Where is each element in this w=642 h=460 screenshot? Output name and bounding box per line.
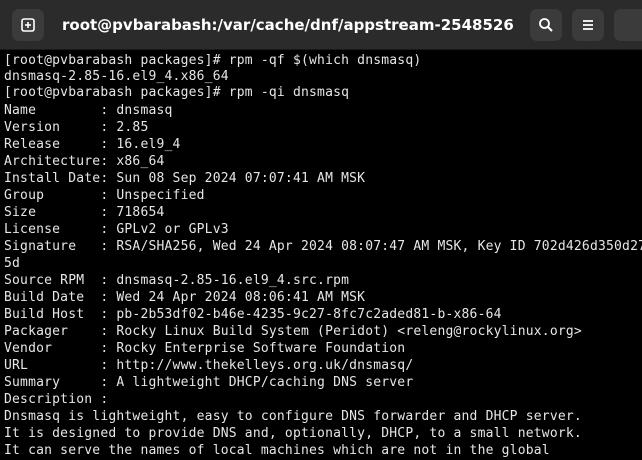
terminal-line: [root@pvbarabash packages]# rpm -qf $(wh…: [4, 53, 422, 68]
terminal-line: Signature : RSA/SHA256, Wed 24 Apr 2024 …: [4, 239, 642, 254]
terminal-line: Vendor : Rocky Enterprise Software Found…: [4, 341, 406, 356]
terminal-line: Packager : Rocky Linux Build System (Per…: [4, 324, 582, 339]
terminal-line: It is designed to provide DNS and, optio…: [4, 426, 582, 441]
window-title: root@pvbarabash:/var/cache/dnf/appstream…: [62, 16, 514, 34]
terminal-line: Summary : A lightweight DHCP/caching DNS…: [4, 375, 414, 390]
menu-button[interactable]: [572, 9, 604, 41]
terminal-line: Architecture: x86_64: [4, 154, 165, 169]
terminal-line: Name : dnsmasq: [4, 103, 173, 118]
new-tab-button[interactable]: [12, 9, 44, 41]
terminal-line: dnsmasq-2.85-16.el9_4.x86_64: [4, 69, 229, 84]
hamburger-menu-icon: [583, 20, 593, 30]
terminal-line: Source RPM : dnsmasq-2.85-16.el9_4.src.r…: [4, 273, 350, 288]
title-bar: root@pvbarabash:/var/cache/dnf/appstream…: [0, 0, 642, 50]
terminal-line: [root@pvbarabash packages]# rpm -qi dnsm…: [4, 85, 350, 100]
terminal-line: 5d: [4, 256, 21, 271]
terminal-line: Description :: [4, 392, 109, 407]
terminal-line: Size : 718654: [4, 205, 165, 220]
terminal-line: Build Host : pb-2b53df02-b46e-4235-9c27-…: [4, 307, 502, 322]
search-icon: [539, 18, 553, 32]
terminal-line: License : GPLv2 or GPLv3: [4, 222, 229, 237]
terminal-line: Build Date : Wed 24 Apr 2024 08:06:41 AM…: [4, 290, 366, 305]
terminal-line: Group : Unspecified: [4, 188, 205, 203]
terminal-line: Release : 16.el9_4: [4, 137, 181, 152]
terminal-line: Dnsmasq is lightweight, easy to configur…: [4, 409, 582, 424]
terminal-line: Version : 2.85: [4, 120, 149, 135]
terminal-output[interactable]: [root@pvbarabash packages]# rpm -qf $(wh…: [0, 51, 642, 460]
new-tab-icon: [21, 18, 35, 32]
terminal-line: It can serve the names of local machines…: [4, 443, 550, 458]
terminal-line: Install Date: Sun 08 Sep 2024 07:07:41 A…: [4, 171, 366, 186]
terminal-line: URL : http://www.thekelleys.org.uk/dnsma…: [4, 358, 414, 373]
close-window-button[interactable]: [614, 9, 642, 41]
search-button[interactable]: [530, 9, 562, 41]
